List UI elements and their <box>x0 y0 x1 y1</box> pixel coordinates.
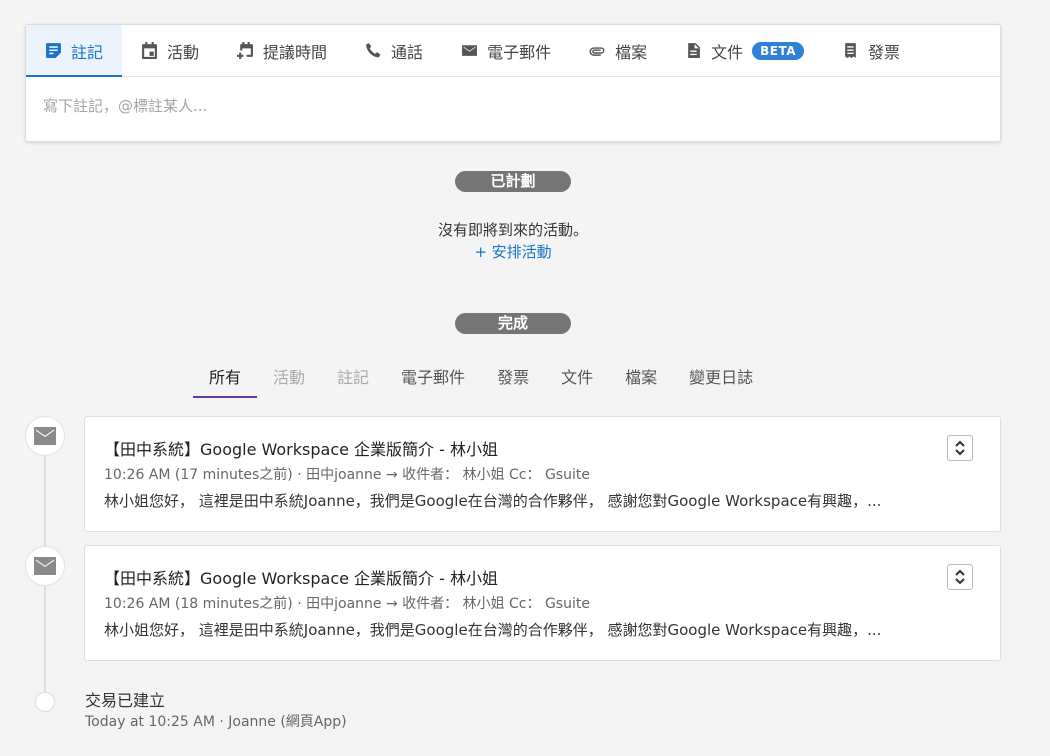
tab-invoices[interactable]: 發票 <box>823 25 919 76</box>
expand-button[interactable] <box>947 564 973 590</box>
tab-call[interactable]: 通話 <box>346 25 442 76</box>
filter-activities[interactable]: 活動 <box>257 366 321 398</box>
email-subject: 【田中系統】Google Workspace 企業版簡介 - 林小姐 <box>104 440 498 459</box>
tab-files-label: 檔案 <box>615 42 648 62</box>
composer-tabs: 註記 活動 提議時間 通話 電子郵件 檔案 文件 BETA 發票 <box>26 25 1000 77</box>
schedule-activity-link-text[interactable]: + 安排活動 <box>474 243 551 261</box>
email-meta: 10:26 AM (17 minutes之前) · 田中joanne → 收件者… <box>104 467 590 483</box>
paperclip-icon <box>589 47 605 56</box>
email-preview: 林小姐您好， 這裡是田中系統Joanne，我們是Google在台灣的合作夥伴， … <box>104 621 882 639</box>
email-meta: 10:26 AM (18 minutes之前) · 田中joanne → 收件者… <box>104 596 590 612</box>
tab-note[interactable]: 註記 <box>26 25 123 77</box>
mail-icon <box>34 557 56 575</box>
history-filter-tabs: 所有 活動 註記 電子郵件 發票 文件 檔案 變更日誌 <box>193 366 769 398</box>
schedule-activity-link: + 安排活動 <box>0 241 1026 262</box>
expand-collapse-icon <box>955 440 965 456</box>
document-icon <box>688 43 700 58</box>
no-upcoming-activities-message: 沒有即將到來的活動。 <box>437 221 588 239</box>
note-icon <box>46 43 61 58</box>
note-input[interactable] <box>43 97 943 115</box>
planned-label: 已計劃 <box>455 171 571 192</box>
deal-created-meta: Today at 10:25 AM · Joanne (網頁App) <box>85 714 347 730</box>
email-preview: 林小姐您好， 這裡是田中系統Joanne，我們是Google在台灣的合作夥伴， … <box>104 492 882 510</box>
timeline-email-marker <box>25 416 65 456</box>
tab-propose-time[interactable]: 提議時間 <box>218 25 346 76</box>
deal-created-title: 交易已建立 <box>85 691 166 710</box>
filter-documents[interactable]: 文件 <box>545 366 609 398</box>
mail-icon <box>34 427 56 445</box>
tab-propose-time-label: 提議時間 <box>263 42 328 62</box>
filter-notes[interactable]: 註記 <box>321 366 385 398</box>
tab-documents[interactable]: 文件 BETA <box>666 25 823 76</box>
calendar-add-icon <box>237 42 253 59</box>
timeline-email-marker <box>25 546 65 586</box>
filter-invoices[interactable]: 發票 <box>481 366 545 398</box>
timeline-deal-marker <box>35 692 55 712</box>
tab-documents-label: 文件 <box>711 42 744 62</box>
calendar-icon <box>142 42 157 59</box>
tab-invoices-label: 發票 <box>868 42 901 62</box>
tab-activity-label: 活動 <box>167 42 200 62</box>
email-subject: 【田中系統】Google Workspace 企業版簡介 - 林小姐 <box>104 569 498 588</box>
invoice-icon <box>845 43 856 58</box>
filter-files[interactable]: 檔案 <box>609 366 673 398</box>
mail-icon <box>462 45 477 56</box>
tab-call-label: 通話 <box>391 42 424 62</box>
email-card[interactable]: 【田中系統】Google Workspace 企業版簡介 - 林小姐 10:26… <box>84 545 1001 661</box>
expand-collapse-icon <box>955 569 965 585</box>
done-label: 完成 <box>455 313 571 334</box>
tab-email-label: 電子郵件 <box>487 42 552 62</box>
tab-note-label: 註記 <box>71 42 104 62</box>
expand-button[interactable] <box>947 435 973 461</box>
filter-changelog[interactable]: 變更日誌 <box>673 366 769 398</box>
filter-all[interactable]: 所有 <box>193 366 258 398</box>
activity-composer: 註記 活動 提議時間 通話 電子郵件 檔案 文件 BETA 發票 <box>25 24 1001 142</box>
beta-badge: BETA <box>752 41 804 60</box>
phone-icon <box>366 43 381 58</box>
email-card[interactable]: 【田中系統】Google Workspace 企業版簡介 - 林小姐 10:26… <box>84 416 1001 532</box>
filter-emails[interactable]: 電子郵件 <box>385 366 481 398</box>
tab-email[interactable]: 電子郵件 <box>442 25 570 76</box>
tab-activity[interactable]: 活動 <box>122 25 218 76</box>
tab-files[interactable]: 檔案 <box>570 25 666 76</box>
